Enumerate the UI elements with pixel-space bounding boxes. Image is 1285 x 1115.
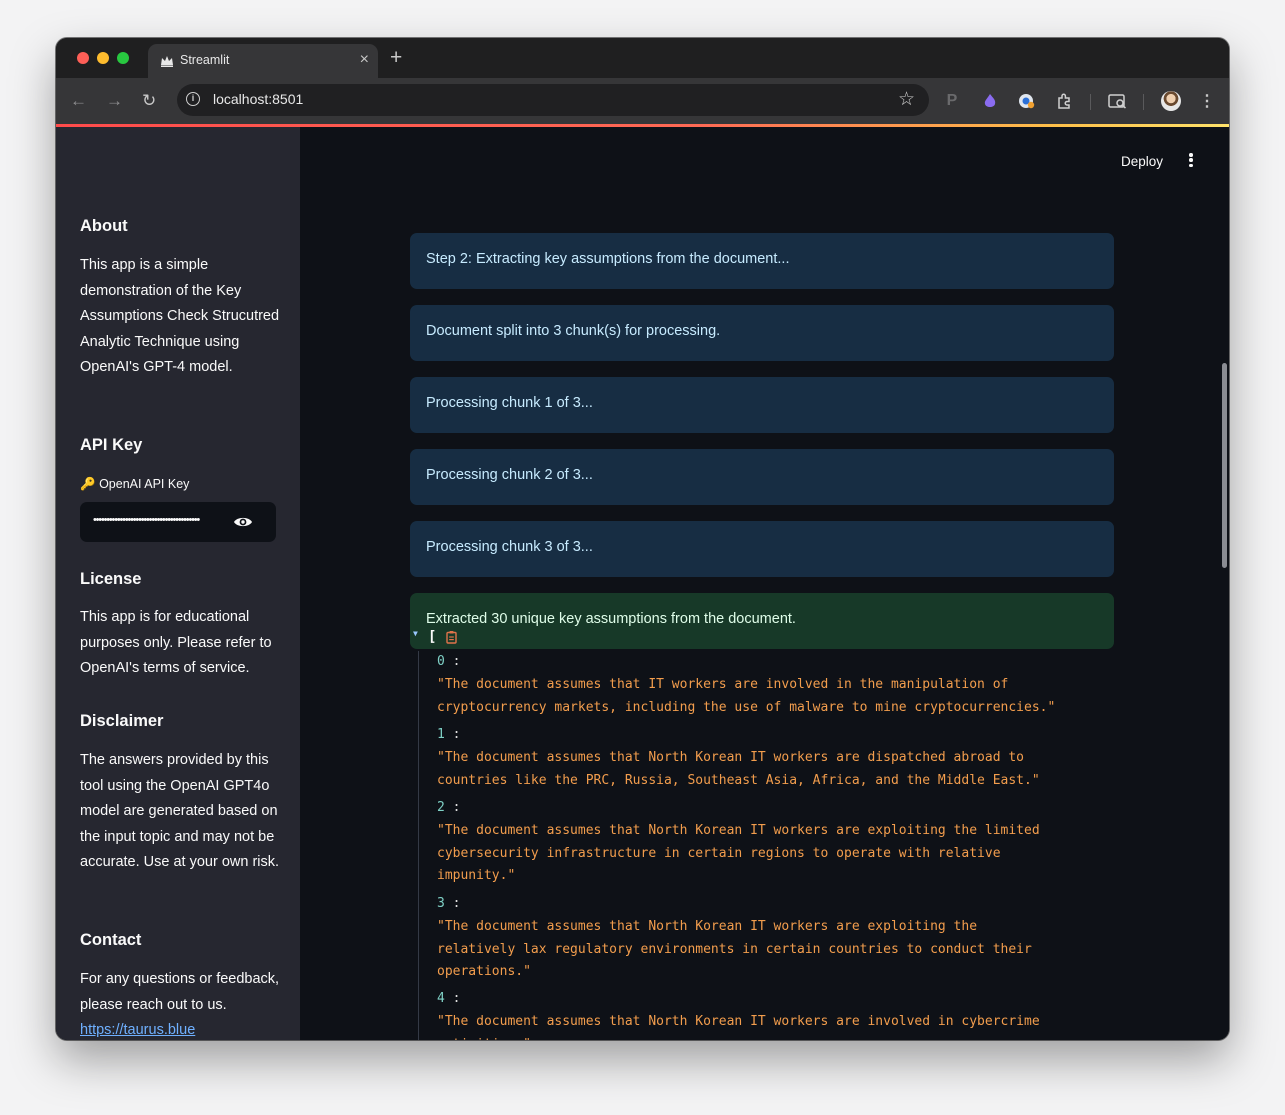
contact-link[interactable]: https://taurus.blue [80, 1022, 195, 1038]
main-scrollbar[interactable] [1222, 363, 1227, 568]
key-icon: 🔑 [80, 477, 96, 491]
browser-tab[interactable]: Streamlit × [148, 44, 378, 78]
status-message: Processing chunk 3 of 3... [410, 521, 1114, 577]
json-string-value: "The document assumes that North Korean … [437, 919, 1032, 979]
streamlit-crown-icon [161, 56, 173, 67]
json-string-value: "The document assumes that IT workers ar… [437, 677, 1056, 715]
api-key-heading: API Key [80, 436, 143, 454]
bookmark-star-icon[interactable]: ☆ [898, 88, 915, 111]
status-message: Processing chunk 2 of 3... [410, 449, 1114, 505]
json-string-value: "The document assumes that North Korean … [437, 823, 1040, 883]
minimize-window-button[interactable] [97, 52, 109, 64]
url-text[interactable]: localhost:8501 [213, 91, 303, 107]
api-key-input[interactable]: •••••••••••••••••••••••••••••••••••••••• [80, 502, 276, 542]
json-item: 1 : "The document assumes that North Kor… [437, 727, 1117, 792]
status-message: Step 2: Extracting key assumptions from … [410, 233, 1114, 289]
reload-icon[interactable]: ↻ [142, 91, 156, 111]
close-window-button[interactable] [77, 52, 89, 64]
maximize-window-button[interactable] [117, 52, 129, 64]
browser-window: Streamlit × + ← → ↻ i localhost:8501 ☆ P… [56, 38, 1229, 1040]
success-message: Extracted 30 unique key assumptions from… [410, 593, 1114, 649]
extensions-puzzle-icon[interactable] [1054, 91, 1074, 111]
json-item: 0 : "The document assumes that IT worker… [437, 654, 1117, 719]
extension-p-icon[interactable]: P [942, 91, 962, 111]
extension-flame-icon[interactable] [980, 91, 1000, 111]
browser-toolbar: ← → ↻ i localhost:8501 ☆ P ⋮ [56, 78, 1229, 124]
api-key-label: 🔑 OpenAI API Key [80, 477, 189, 492]
status-message: Processing chunk 1 of 3... [410, 377, 1114, 433]
disclaimer-heading: Disclaimer [80, 712, 164, 730]
license-text: This app is for educational purposes onl… [80, 609, 272, 677]
tab-strip: Streamlit × + [56, 38, 1229, 78]
site-info-icon[interactable]: i [186, 92, 200, 106]
profile-avatar[interactable] [1161, 91, 1181, 111]
api-key-value[interactable]: •••••••••••••••••••••••••••••••••••••••• [93, 514, 233, 526]
license-heading: License [80, 570, 142, 588]
contact-text-body: For any questions or feedback, please re… [80, 971, 280, 1013]
close-tab-icon[interactable]: × [360, 50, 369, 70]
json-key: 1 [437, 727, 445, 742]
back-arrow-icon[interactable]: ← [70, 91, 87, 111]
browser-menu-icon[interactable]: ⋮ [1197, 91, 1217, 111]
json-item: 2 : "The document assumes that North Kor… [437, 800, 1117, 888]
json-key: 0 [437, 654, 445, 669]
streamlit-app: About This app is a simple demonstration… [56, 127, 1229, 1040]
tab-title: Streamlit [180, 53, 230, 67]
about-heading: About [80, 217, 128, 235]
extension-globe-icon[interactable] [1017, 91, 1037, 111]
toolbar-separator [1143, 94, 1144, 110]
status-message: Document split into 3 chunk(s) for proce… [410, 305, 1114, 361]
json-key: 3 [437, 896, 445, 911]
show-password-eye-icon[interactable] [233, 515, 253, 529]
json-string-value: "The document assumes that North Korean … [437, 750, 1040, 788]
deploy-button[interactable]: Deploy [1121, 154, 1163, 169]
new-tab-icon[interactable]: + [390, 46, 402, 70]
toolbar-separator [1090, 94, 1091, 110]
disclaimer-text: The answers provided by this tool using … [80, 752, 280, 871]
forward-arrow-icon[interactable]: → [106, 91, 123, 111]
json-item: 4 : "The document assumes that North Kor… [437, 991, 1117, 1040]
json-string-value: "The document assumes that North Korean … [437, 1014, 1040, 1040]
tab-search-icon[interactable] [1107, 91, 1127, 111]
contact-text: For any questions or feedback, please re… [80, 967, 280, 1040]
about-text: This app is a simple demonstration of th… [80, 257, 280, 376]
json-key: 2 [437, 800, 445, 815]
collapse-triangle-icon[interactable]: ▼ [413, 629, 418, 638]
sidebar: About This app is a simple demonstration… [56, 127, 300, 1040]
json-item: 3 : "The document assumes that North Kor… [437, 896, 1117, 984]
json-open-bracket: [ [428, 629, 437, 645]
address-bar[interactable]: i localhost:8501 ☆ [177, 84, 929, 116]
contact-heading: Contact [80, 931, 142, 949]
main-menu-icon[interactable] [1184, 152, 1198, 170]
json-key: 4 [437, 991, 445, 1006]
copy-clipboard-icon[interactable] [446, 630, 459, 644]
api-key-label-text: OpenAI API Key [99, 477, 190, 491]
json-indent-guide [418, 651, 419, 1040]
